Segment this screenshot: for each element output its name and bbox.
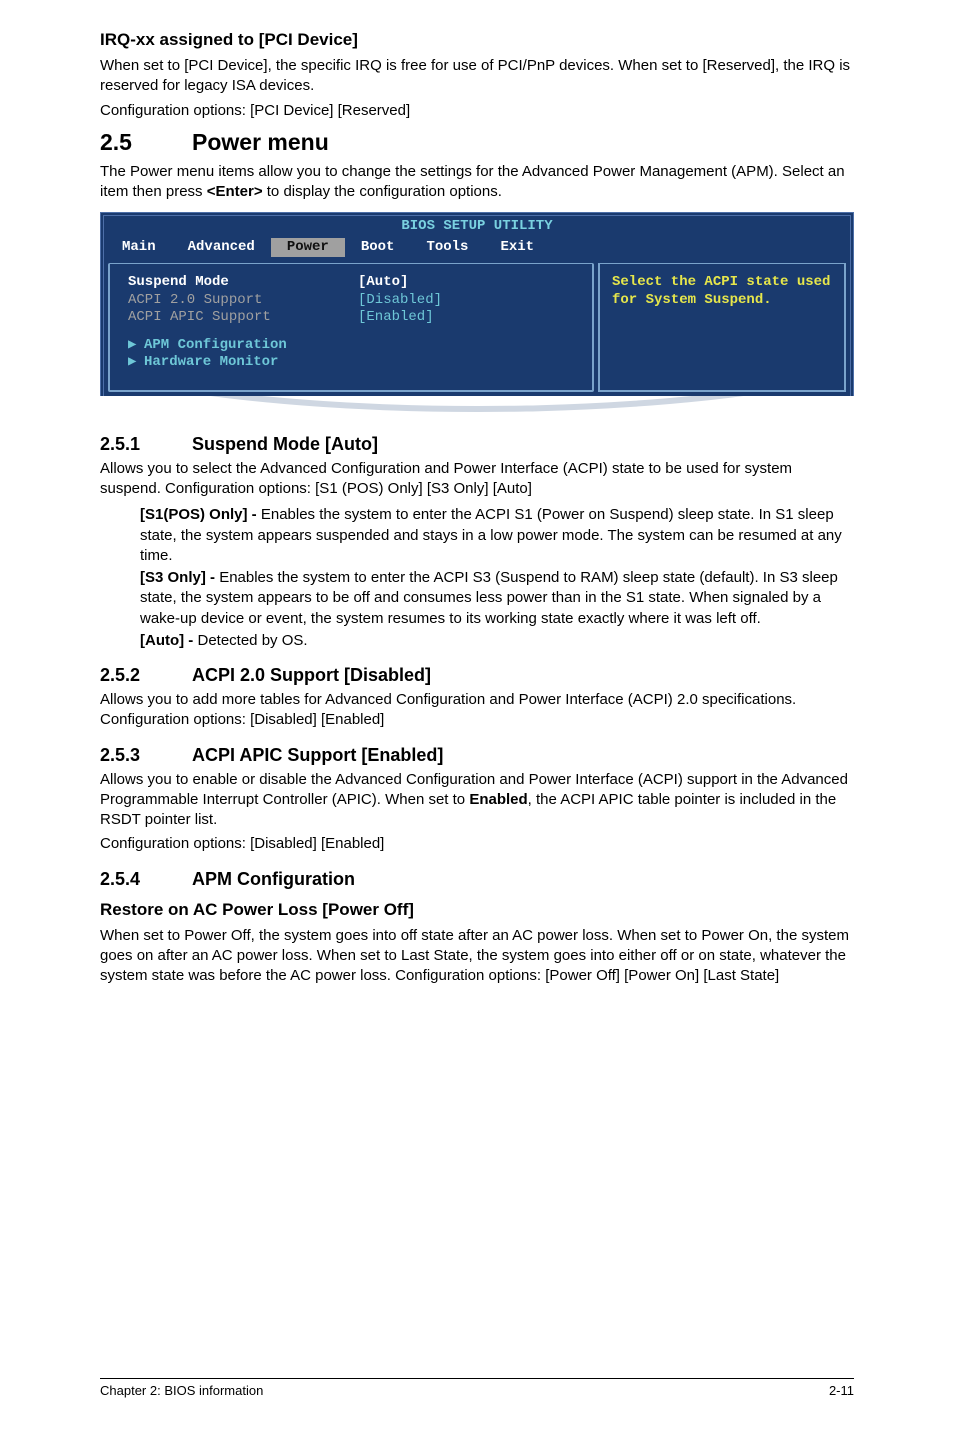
heading-2-5-2: 2.5.2ACPI 2.0 Support [Disabled] — [100, 665, 854, 686]
heading-2-5-4: 2.5.4APM Configuration — [100, 869, 854, 890]
section-title-text: Power menu — [192, 129, 329, 155]
page-footer: Chapter 2: BIOS information 2-11 — [100, 1378, 854, 1398]
bios-left-pane: Suspend Mode [Auto] ACPI 2.0 Support [Di… — [108, 263, 594, 392]
bios-tab-power[interactable]: Power — [271, 238, 345, 258]
bios-row-apic[interactable]: ACPI APIC Support [Enabled] — [128, 309, 574, 327]
bios-sub-apm[interactable]: ▶APM Configuration — [128, 337, 574, 355]
heading-restore: Restore on AC Power Loss [Power Off] — [100, 900, 854, 920]
bios-label-suspend: Suspend Mode — [128, 274, 358, 292]
para-2-5-3b: Configuration options: [Disabled] [Enabl… — [100, 834, 854, 854]
triangle-right-icon: ▶ — [128, 337, 144, 355]
bios-value-acpi20: [Disabled] — [358, 292, 442, 310]
bios-row-acpi20[interactable]: ACPI 2.0 Support [Disabled] — [128, 292, 574, 310]
bios-tab-tools[interactable]: Tools — [410, 238, 484, 258]
heading-2-5: 2.5Power menu — [100, 129, 854, 156]
indent-block-251: [S1(POS) Only] - Enables the system to e… — [140, 505, 854, 651]
bios-tab-advanced[interactable]: Advanced — [172, 238, 271, 258]
bios-title: BIOS SETUP UTILITY — [104, 218, 850, 236]
footer-left: Chapter 2: BIOS information — [100, 1383, 263, 1398]
bios-label-apic: ACPI APIC Support — [128, 309, 358, 327]
bios-tab-exit[interactable]: Exit — [484, 238, 550, 258]
bios-screenshot: BIOS SETUP UTILITY Main Advanced Power B… — [100, 212, 854, 416]
heading-irq: IRQ-xx assigned to [PCI Device] — [100, 30, 854, 50]
para-2-5-intro: The Power menu items allow you to change… — [100, 162, 854, 203]
bios-label-acpi20: ACPI 2.0 Support — [128, 292, 358, 310]
bios-tab-boot[interactable]: Boot — [345, 238, 411, 258]
para-2-5-2: Allows you to add more tables for Advanc… — [100, 690, 854, 731]
para-irq-2: Configuration options: [PCI Device] [Res… — [100, 101, 854, 121]
bios-value-apic: [Enabled] — [358, 309, 434, 327]
para-2-5-3a: Allows you to enable or disable the Adva… — [100, 770, 854, 831]
bios-curve-decoration — [100, 396, 854, 416]
para-2-5-1: Allows you to select the Advanced Config… — [100, 459, 854, 500]
section-number: 2.5 — [100, 129, 192, 156]
bios-tab-bar: Main Advanced Power Boot Tools Exit — [104, 234, 850, 260]
heading-2-5-1: 2.5.1Suspend Mode [Auto] — [100, 434, 854, 455]
para-irq-1: When set to [PCI Device], the specific I… — [100, 56, 854, 97]
bios-tab-main[interactable]: Main — [106, 238, 172, 258]
bios-sub-hw[interactable]: ▶Hardware Monitor — [128, 354, 574, 372]
triangle-right-icon: ▶ — [128, 354, 144, 372]
bios-row-suspend[interactable]: Suspend Mode [Auto] — [128, 274, 574, 292]
bios-value-suspend: [Auto] — [358, 274, 408, 292]
bios-help-pane: Select the ACPI state used for System Su… — [598, 263, 846, 392]
heading-2-5-3: 2.5.3ACPI APIC Support [Enabled] — [100, 745, 854, 766]
para-restore: When set to Power Off, the system goes i… — [100, 926, 854, 987]
footer-right: 2-11 — [829, 1383, 854, 1398]
